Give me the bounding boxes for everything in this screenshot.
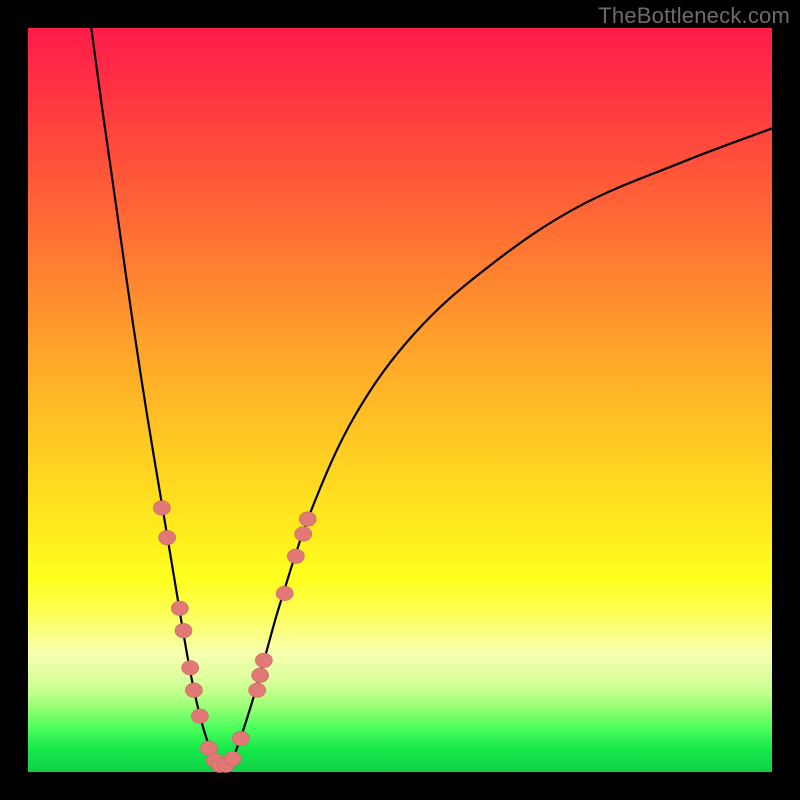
- marker-point: [153, 501, 170, 515]
- marker-point: [232, 731, 249, 745]
- curve-markers: [153, 501, 316, 773]
- marker-point: [276, 586, 293, 600]
- marker-point: [185, 683, 202, 697]
- marker-point: [182, 661, 199, 675]
- curve-left-arm: [91, 28, 221, 768]
- curve-right-arm: [221, 128, 772, 767]
- marker-point: [295, 527, 312, 541]
- marker-point: [299, 512, 316, 526]
- watermark-text: TheBottleneck.com: [598, 3, 790, 29]
- marker-point: [287, 549, 304, 563]
- marker-point: [224, 751, 241, 765]
- marker-point: [171, 601, 188, 615]
- marker-point: [249, 683, 266, 697]
- bottleneck-curve: [91, 28, 772, 768]
- marker-point: [175, 623, 192, 637]
- plot-area: [28, 28, 772, 772]
- marker-point: [252, 668, 269, 682]
- marker-point: [255, 653, 272, 667]
- marker-point: [159, 530, 176, 544]
- marker-point: [191, 709, 208, 723]
- chart-svg: [28, 28, 772, 772]
- chart-frame: TheBottleneck.com: [0, 0, 800, 800]
